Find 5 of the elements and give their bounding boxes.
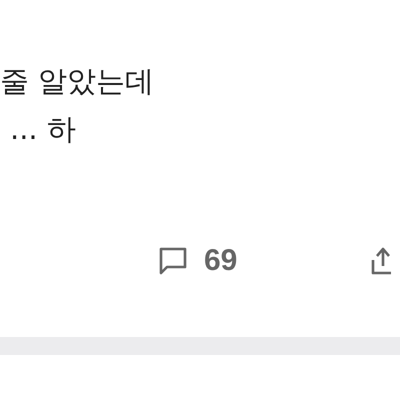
comment-count: 69 bbox=[204, 244, 238, 278]
comment-icon[interactable] bbox=[158, 246, 188, 276]
post-text-line: ... 하 bbox=[10, 111, 76, 148]
post-text-line: 줄 알았는데 bbox=[0, 63, 154, 100]
share-icon[interactable] bbox=[371, 246, 392, 276]
